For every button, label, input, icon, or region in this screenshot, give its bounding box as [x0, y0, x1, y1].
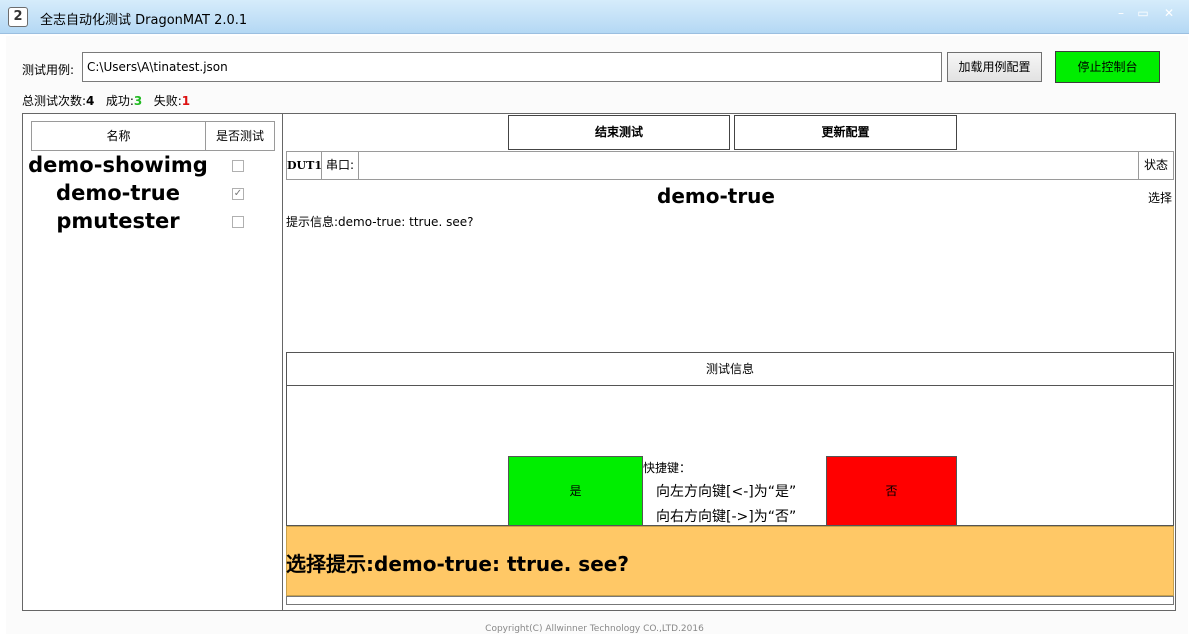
dut-row — [286, 151, 1174, 180]
load-case-config-button[interactable]: 加载用例配置 — [947, 52, 1042, 82]
case-item-checkbox[interactable] — [232, 216, 244, 228]
case-file-label: 测试用例: — [22, 63, 75, 77]
status-label: 状态 — [1138, 151, 1174, 180]
dut-label: DUT1 — [286, 151, 322, 180]
update-config-button[interactable]: 更新配置 — [734, 115, 957, 150]
shortcut-left-hint: 向左方向键[<-]为“是” — [656, 484, 797, 500]
test-info-header: 测试信息 — [286, 352, 1174, 386]
case-item-checkbox[interactable]: ✓ — [232, 188, 244, 200]
window-title: 全志自动化测试 DragonMAT 2.0.1 — [40, 13, 248, 28]
current-case-title: demo-true — [657, 184, 775, 208]
case-file-path-input[interactable]: C:\Users\A\tinatest.json — [82, 52, 942, 82]
test-info-area — [286, 386, 1174, 526]
case-item-name[interactable]: demo-showimg — [23, 153, 213, 177]
case-list-panel: 名称 是否测试 demo-showimg demo-true ✓ pmutest… — [22, 113, 283, 611]
success-count-label: 成功: — [105, 94, 134, 108]
serial-port-label: 串口: — [322, 151, 359, 180]
hint-message: 提示信息:demo-true: ttrue. see? — [286, 215, 474, 229]
select-label: 选择 — [1148, 191, 1173, 205]
column-header-enabled[interactable]: 是否测试 — [206, 121, 275, 151]
yes-button[interactable]: 是 — [508, 456, 643, 526]
test-stats: 总测试次数:4 成功:3 失败:1 — [22, 92, 190, 109]
close-button[interactable]: ✕ — [1156, 4, 1182, 24]
column-header-name[interactable]: 名称 — [31, 121, 206, 151]
total-count-label: 总测试次数: — [22, 94, 87, 108]
copyright-footer: Copyright(C) Allwinner Technology CO.,LT… — [485, 624, 704, 634]
shortcut-title: 快捷键： — [643, 461, 692, 475]
case-item-name[interactable]: demo-true — [23, 181, 213, 205]
fail-count-value: 1 — [181, 94, 191, 108]
total-count-value: 4 — [86, 94, 95, 108]
log-strip — [286, 596, 1174, 605]
stop-console-button[interactable]: 停止控制台 — [1055, 51, 1160, 83]
app-icon: 2 — [8, 7, 28, 27]
case-item-name[interactable]: pmutester — [23, 209, 213, 233]
shortcut-right-hint: 向右方向键[->]为“否” — [656, 509, 797, 525]
checkmark-icon: ✓ — [233, 188, 243, 199]
case-item-checkbox[interactable] — [232, 160, 244, 172]
maximize-button[interactable]: ▭ — [1130, 4, 1156, 24]
fail-count-label: 失败: — [153, 94, 182, 108]
no-button[interactable]: 否 — [826, 456, 957, 526]
end-test-button[interactable]: 结束测试 — [508, 115, 730, 150]
success-count-value: 3 — [133, 94, 143, 108]
selection-prompt-text: 选择提示:demo-true: ttrue. see? — [286, 552, 629, 576]
